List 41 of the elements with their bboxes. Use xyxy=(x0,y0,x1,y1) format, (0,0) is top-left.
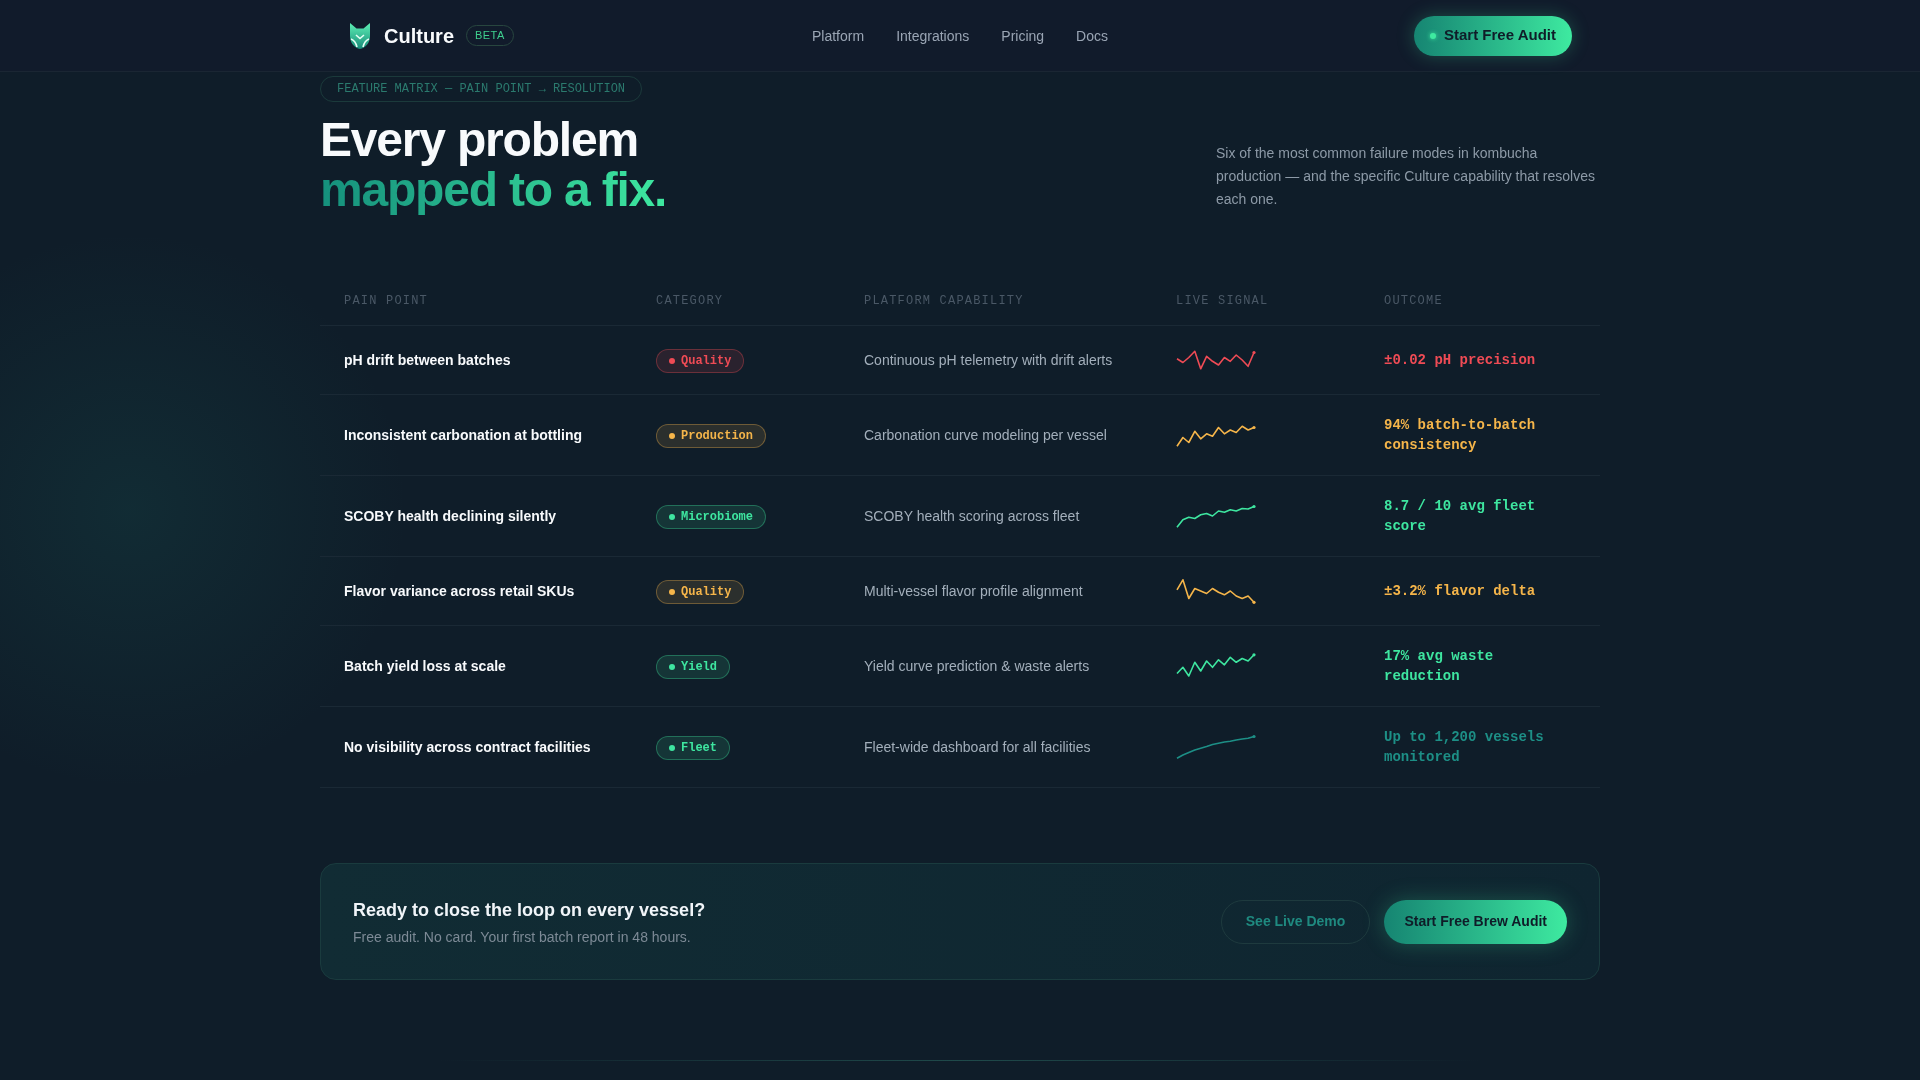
capability-text: Continuous pH telemetry with drift alerts xyxy=(864,352,1113,368)
category-label: Microbiome xyxy=(681,509,753,525)
nav-link[interactable]: Pricing xyxy=(1001,25,1045,46)
outcome-text: Up to 1,200 vessels monitored xyxy=(1384,728,1545,767)
page-heading: Every problem xyxy=(320,115,638,165)
start-audit-button[interactable]: Start Free Audit xyxy=(1414,15,1572,56)
brew-audit-button[interactable]: Start Free Brew Audit xyxy=(1384,899,1567,944)
pain-point-text: Flavor variance across retail SKUs xyxy=(344,583,575,599)
capability-text: Multi-vessel flavor profile alignment xyxy=(864,583,1083,599)
category-label: Quality xyxy=(681,584,732,600)
outcome-text: 94% batch-to-batch consistency xyxy=(1384,416,1537,455)
cta-title: Ready to close the loop on every vessel? xyxy=(353,898,706,922)
capability-text: Carbonation curve modeling per vessel xyxy=(864,427,1107,443)
outcome-text: ±3.2% flavor delta xyxy=(1384,582,1537,601)
nav-link[interactable]: Platform xyxy=(812,25,865,46)
column-header: LIVE SIGNAL xyxy=(1176,294,1269,308)
brand-name[interactable]: Culture xyxy=(384,21,454,50)
category-label: Quality xyxy=(681,353,732,369)
pain-point-text: pH drift between batches xyxy=(344,352,511,368)
capability-text: Yield curve prediction & waste alerts xyxy=(864,658,1090,674)
cta-subtitle: Free audit. No card. Your first batch report in 48 hours. xyxy=(353,927,692,947)
outcome-text: ±0.02 pH precision xyxy=(1384,351,1537,370)
nav-link[interactable]: Docs xyxy=(1076,25,1108,46)
nav-link[interactable]: Integrations xyxy=(896,25,970,46)
pain-point-text: Batch yield loss at scale xyxy=(344,658,506,674)
column-header: CATEGORY xyxy=(656,294,724,308)
column-header: OUTCOME xyxy=(1384,294,1443,308)
pain-point-text: Inconsistent carbonation at bottling xyxy=(344,427,582,443)
category-label: Yield xyxy=(681,659,717,675)
category-label: Production xyxy=(681,428,753,444)
category-label: Fleet xyxy=(681,740,717,756)
column-header: PLATFORM CAPABILITY xyxy=(864,294,1024,308)
pain-point-text: SCOBY health declining silently xyxy=(344,508,557,524)
column-header: PAIN POINT xyxy=(344,294,428,308)
capability-text: SCOBY health scoring across fleet xyxy=(864,508,1080,524)
section-description: Six of the most common failure modes in kombucha production — and the specific Culture capability that resolves each one. xyxy=(1216,144,1596,209)
outcome-text: 8.7 / 10 avg fleet score xyxy=(1384,497,1537,536)
pain-point-text: No visibility across contract facilities xyxy=(344,739,591,755)
emblem-icon xyxy=(348,22,372,49)
capability-text: Fleet-wide dashboard for all facilities xyxy=(864,739,1091,755)
outcome-text: 17% avg waste reduction xyxy=(1384,647,1495,686)
